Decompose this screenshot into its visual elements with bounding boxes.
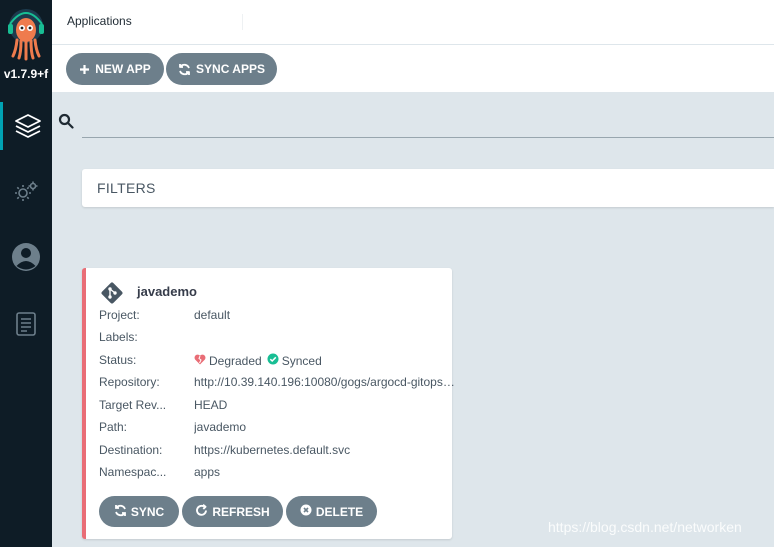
delete-button[interactable]: DELETE xyxy=(286,496,377,527)
toolbar: NEW APP SYNC APPS xyxy=(52,45,774,92)
search-input[interactable] xyxy=(82,108,774,138)
refresh-icon xyxy=(195,503,208,520)
refresh-button[interactable]: REFRESH xyxy=(182,496,283,527)
sidebar-item-user[interactable] xyxy=(0,233,52,281)
new-app-label: NEW APP xyxy=(95,62,151,76)
labels-key: Labels: xyxy=(99,330,138,344)
sync-icon xyxy=(178,63,191,76)
new-app-button[interactable]: NEW APP xyxy=(66,53,164,85)
project-value: default xyxy=(194,308,231,322)
project-key: Project: xyxy=(99,308,140,322)
watermark: https://blog.csdn.net/networken xyxy=(548,519,742,535)
user-icon xyxy=(11,242,41,272)
application-card[interactable]: javademo Project: default Labels: Status… xyxy=(82,268,456,539)
docs-icon xyxy=(14,310,38,338)
path-key: Path: xyxy=(99,420,128,434)
broken-heart-icon xyxy=(194,354,206,368)
app-name[interactable]: javademo xyxy=(137,284,197,299)
path-value: javademo xyxy=(194,420,247,434)
sync-apps-button[interactable]: SYNC APPS xyxy=(166,53,277,85)
sidebar-item-applications[interactable] xyxy=(0,102,52,150)
repository-key: Repository: xyxy=(99,375,160,389)
sync-icon xyxy=(114,504,127,520)
top-bar: Applications xyxy=(52,0,774,45)
sync-apps-label: SYNC APPS xyxy=(196,62,265,76)
target-revision-value: HEAD xyxy=(194,398,228,412)
sidebar-item-settings[interactable] xyxy=(0,168,52,216)
destination-value: https://kubernetes.default.svc xyxy=(194,443,351,457)
search-icon xyxy=(58,113,74,134)
status-key: Status: xyxy=(99,353,137,367)
namespace-key: Namespac... xyxy=(99,465,167,479)
sidebar-item-docs[interactable] xyxy=(0,300,52,348)
target-revision-key: Target Rev... xyxy=(99,398,167,412)
plus-icon xyxy=(79,64,90,75)
gears-icon xyxy=(12,178,40,206)
argo-logo[interactable] xyxy=(6,6,46,64)
divider xyxy=(242,14,243,30)
sync-button[interactable]: SYNC xyxy=(99,496,179,527)
sync-status: Synced xyxy=(281,353,322,368)
refresh-label: REFRESH xyxy=(212,504,270,519)
layers-icon xyxy=(14,112,42,140)
namespace-value: apps xyxy=(194,465,221,479)
delete-label: DELETE xyxy=(315,504,364,519)
sync-label: SYNC xyxy=(130,504,165,519)
destination-key: Destination: xyxy=(99,443,163,457)
health-status: Degraded xyxy=(209,353,262,368)
git-icon xyxy=(100,281,124,310)
repository-value: http://10.39.140.196:10080/gogs/argocd-g… xyxy=(194,375,456,389)
filters-label: FILTERS xyxy=(97,180,156,196)
page-title: Applications xyxy=(67,14,132,28)
close-circle-icon xyxy=(300,504,312,519)
filters-panel[interactable]: FILTERS xyxy=(82,169,774,207)
sidebar: v1.7.9+f xyxy=(0,0,52,547)
version-label: v1.7.9+f xyxy=(3,67,49,81)
check-circle-icon xyxy=(267,353,279,368)
